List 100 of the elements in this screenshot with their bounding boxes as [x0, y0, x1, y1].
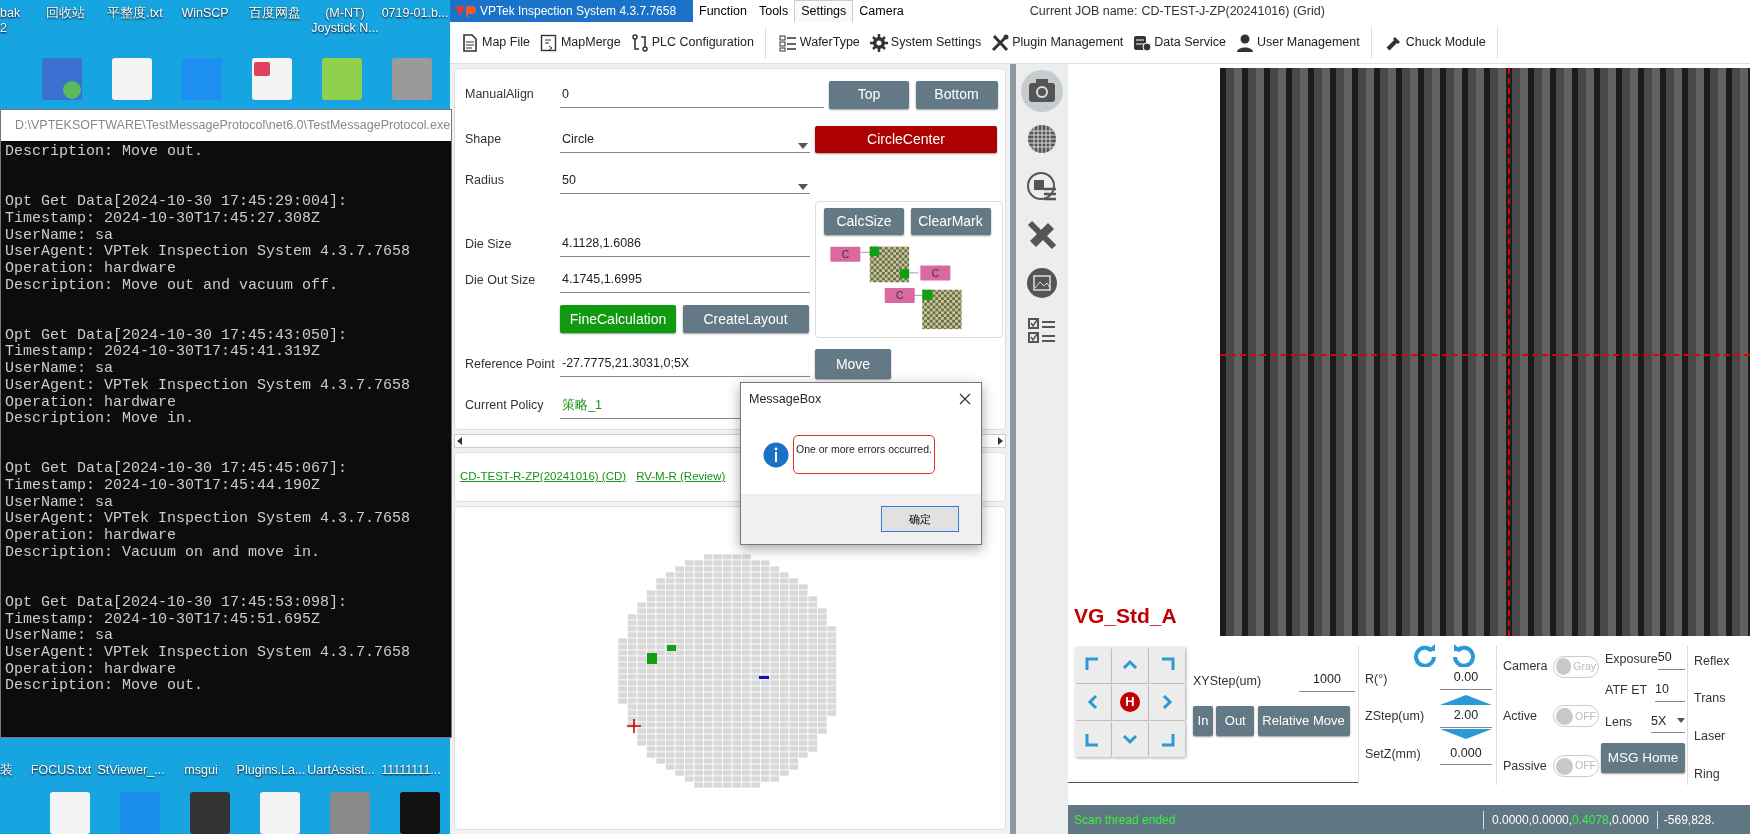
desktop-icon-label[interactable]: bak 2 [0, 6, 30, 36]
desktop-icon-label[interactable]: FOCUS.txt [26, 763, 96, 778]
dropdown-field[interactable]: 50 [560, 167, 810, 194]
jog-button[interactable] [1149, 647, 1185, 683]
console-line: Description: Move out. [5, 144, 205, 161]
jog-button[interactable] [1075, 647, 1111, 683]
z-up-button[interactable] [1440, 693, 1492, 706]
toolbar-button[interactable]: Map File [456, 33, 535, 52]
action-button[interactable]: Out [1216, 705, 1255, 736]
jog-button[interactable] [1075, 684, 1111, 720]
window-title: D:\VPTEKSOFTWARE\TestMessageProtocol\net6.0\TestMessageProtocol.exe [15, 117, 451, 135]
action-button[interactable]: Relative Move [1257, 705, 1350, 736]
caret-icon [1677, 718, 1685, 724]
text-field[interactable]: 1000 [1299, 670, 1355, 692]
rotate-icon [1413, 643, 1437, 667]
field-label: Die Size [465, 235, 513, 253]
menu-tab[interactable]: Settings [794, 0, 854, 22]
toolbar-button[interactable]: System Settings [864, 33, 987, 52]
desktop-icon-label[interactable]: Plugins.La... [236, 763, 306, 778]
action-button[interactable]: CircleCenter [815, 126, 997, 153]
image-thumbnail-icon [390, 56, 434, 102]
document-icon [461, 33, 479, 52]
app-title: VPTek Inspection System 4.3.7.7658 [480, 3, 677, 20]
desktop-icon-label[interactable]: 装 [0, 763, 26, 778]
desktop-icon-label[interactable]: (M-NT) Joystick N... [310, 6, 380, 36]
msg-home-button[interactable]: MSG Home [1601, 743, 1685, 774]
job-link[interactable]: RV-M-R (Review) [636, 468, 726, 486]
text-field[interactable]: 0.000 [1440, 743, 1492, 766]
rotate-icon [1452, 643, 1476, 667]
text-field[interactable]: -27.7775,21.3031,0;5X [560, 351, 810, 377]
toolbar-button[interactable]: User Management [1230, 33, 1365, 52]
tools-icon [991, 33, 1010, 52]
action-button[interactable]: FineCalculation [560, 305, 676, 333]
rotate-button[interactable] [1412, 642, 1438, 668]
toolbar-button[interactable]: WaferType [773, 33, 865, 52]
toolbar-button[interactable]: Plugin Management [986, 33, 1129, 52]
field-label: Radius [465, 172, 505, 190]
console-line: UserName: sa [5, 227, 115, 244]
console-line: Description: Move out and vacuum off. [5, 277, 340, 295]
toggle-label: Active [1503, 708, 1538, 726]
action-button[interactable]: CalcSize [824, 208, 904, 235]
text-field[interactable]: 4.1128,1.6086 [560, 231, 810, 257]
action-button[interactable]: ClearMark [910, 208, 991, 235]
close-icon [959, 393, 971, 405]
console-line: Opt Get Data[2024-10-30 17:45:53:098]: [5, 594, 349, 612]
job-link[interactable]: CD-TEST-R-ZP(20241016) (CD) [460, 468, 627, 486]
toolbar-button[interactable]: MapMerge [534, 33, 626, 52]
jog-button[interactable] [1075, 721, 1111, 757]
action-button[interactable]: CreateLayout [682, 305, 809, 333]
jog-button[interactable]: H [1112, 684, 1148, 720]
user-icon [1235, 33, 1254, 52]
desktop-icon-label[interactable]: WinSCP [170, 6, 240, 36]
console-line: UserAgent: VPTek Inspection System 4.3.7.7658 [5, 645, 412, 662]
camera-label: VG_Std_A [1074, 602, 1177, 629]
ok-button[interactable]: 确定 [881, 506, 959, 532]
rotate-button[interactable] [1451, 642, 1477, 668]
toolbar-button[interactable]: Data Service [1128, 33, 1231, 52]
field-label: R(°) [1365, 670, 1388, 688]
job-name-label: Current JOB name: [1029, 2, 1138, 20]
toolbar-button[interactable]: PLC Configuration [625, 33, 759, 52]
action-button[interactable]: Bottom [915, 80, 998, 109]
die-layout-drawing: C C C [824, 241, 968, 331]
text-field[interactable]: 10 [1655, 679, 1685, 702]
desktop-icon-label[interactable]: 11111111... [376, 763, 446, 778]
jog-button[interactable] [1149, 721, 1185, 757]
desktop-icon-label[interactable]: msgui [166, 763, 236, 778]
action-button[interactable]: Move [815, 349, 891, 379]
console-line: Opt Get Data[2024-10-30 17:45:45:067]: [5, 461, 349, 478]
toolbar-button[interactable]: Chuck Module [1379, 33, 1491, 52]
jog-button[interactable] [1149, 684, 1185, 720]
desktop-icon-label[interactable]: StViewer_... [96, 763, 166, 778]
dropdown-field[interactable]: Circle [560, 126, 810, 153]
database-icon [1133, 33, 1152, 52]
action-button[interactable]: Top [829, 80, 909, 109]
text-field[interactable]: 2.00 [1440, 705, 1492, 728]
desktop-icon-label[interactable]: 回收站 [30, 6, 100, 36]
close-button[interactable] [957, 391, 973, 407]
text-field[interactable]: 4.1745,1.6995 [560, 267, 810, 293]
side-tool-button[interactable] [1021, 70, 1063, 112]
field-label: ATF ET [1605, 682, 1648, 700]
z-down-button[interactable] [1440, 727, 1492, 740]
text-field[interactable]: 50 [1657, 648, 1685, 670]
desktop-icon-label[interactable]: UartAssist... [306, 763, 376, 778]
console-line: UserName: sa [5, 361, 115, 378]
app-icon [118, 790, 162, 834]
triangle-down-icon [1440, 728, 1492, 739]
action-button[interactable]: In [1193, 705, 1213, 736]
toggle-label: Passive [1503, 757, 1547, 775]
jog-button[interactable] [1112, 721, 1148, 757]
dropdown-field[interactable]: 5X [1651, 711, 1685, 734]
info-icon [763, 441, 789, 468]
text-field[interactable]: 0.00 [1440, 668, 1492, 690]
console-line: Opt Get Data[2024-10-30 17:45:29:004]: [5, 194, 349, 211]
gear-icon [869, 33, 888, 52]
jog-button[interactable] [1112, 647, 1148, 683]
desktop-icon-label[interactable]: 平整度.txt [100, 6, 170, 36]
text-field[interactable]: 0 [560, 81, 824, 108]
console-line: Operation: hardware [5, 661, 178, 678]
desktop-icon-label[interactable]: 百度网盘 [240, 6, 310, 36]
desktop-icon-label[interactable]: 0719-01.b... [380, 6, 450, 36]
